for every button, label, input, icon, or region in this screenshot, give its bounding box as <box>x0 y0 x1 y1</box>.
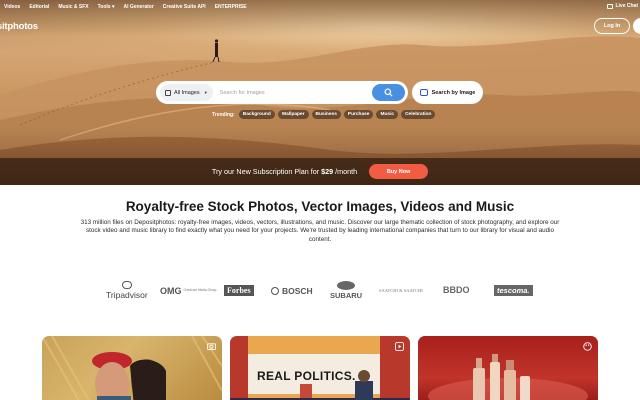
trending-chip-purchase[interactable]: Purchase <box>343 110 374 119</box>
bosch-logo: BOSCH <box>271 286 313 296</box>
nav-music-sfx[interactable]: Music & SFX <box>58 4 88 10</box>
omnicom-text: OMG <box>160 286 182 296</box>
subaru-text: SUBARU <box>330 291 363 300</box>
trending-chip-music[interactable]: Music <box>376 110 399 119</box>
bbdo-logo: BBDO <box>443 285 470 295</box>
search-button[interactable] <box>372 84 405 101</box>
top-navigation: Videos Editorial Music & SFX Tools ▾ AI … <box>0 0 640 14</box>
politics-banner-text: REAL POLITICS. <box>257 369 356 383</box>
category-cards: REAL POLITICS. <box>0 336 640 400</box>
promo-text-before: Try our New Subscription Plan for <box>211 167 322 176</box>
partner-logos: Tripadvisor OMG Omnicom Media Group Forb… <box>0 281 640 303</box>
owl-icon <box>121 281 132 289</box>
politics-video-image <box>230 336 410 400</box>
trending-chip-wallpaper[interactable]: Wallpaper <box>277 110 309 119</box>
nav-enterprise[interactable]: ENTERPRISE <box>215 4 247 10</box>
live-chat-link[interactable]: Live Chat <box>607 3 638 9</box>
promo-price: $29 <box>321 167 334 176</box>
page-description: 313 million files on Depositphotos: roya… <box>80 219 560 243</box>
saatchi-logo: SAATCHI & SAATCHI <box>379 288 423 293</box>
palette-icon <box>582 341 592 351</box>
trending-tags: Trending: Background Wallpaper Business … <box>212 110 438 119</box>
forbes-text: Forbes <box>227 286 251 295</box>
tripadvisor-logo: Tripadvisor <box>106 281 148 300</box>
promo-text-after: /month <box>333 167 358 176</box>
search-input[interactable] <box>219 89 370 96</box>
camera-search-icon <box>419 89 428 96</box>
trending-chip-celebration[interactable]: Celebration <box>401 110 436 119</box>
login-button[interactable]: Log In <box>594 18 630 34</box>
nav-tools[interactable]: Tools ▾ <box>98 4 115 10</box>
card-videos[interactable]: REAL POLITICS. <box>230 336 410 400</box>
bosch-text: BOSCH <box>282 286 313 296</box>
live-chat-label: Live Chat <box>615 3 638 9</box>
search-by-image-label: Search by Image <box>431 89 476 96</box>
tescoma-text: tescoma. <box>497 286 530 295</box>
nav-videos[interactable]: Videos <box>4 4 20 10</box>
trending-chip-business[interactable]: Business <box>311 110 341 119</box>
category-label: All Images <box>174 89 200 96</box>
subaru-logo: SUBARU <box>330 281 362 300</box>
couple-photo-image <box>42 336 222 400</box>
card-illustrations[interactable] <box>418 336 598 400</box>
omnicom-subtext: Omnicom Media Group <box>183 288 217 293</box>
site-logo[interactable]: depositphotos <box>0 21 38 32</box>
nav-creative-suite-api[interactable]: Creative Suite API <box>163 4 206 10</box>
video-icon <box>394 341 404 351</box>
page: Videos Editorial Music & SFX Tools ▾ AI … <box>0 0 640 400</box>
cosmetics-image <box>428 354 588 400</box>
page-headline: Royalty-free Stock Photos, Vector Images… <box>125 199 515 214</box>
tescoma-logo: tescoma. <box>494 285 533 296</box>
subscription-promo-bar: Try our New Subscription Plan for $29 /m… <box>0 158 640 185</box>
search-icon <box>384 88 393 97</box>
trending-label: Trending: <box>212 111 235 118</box>
image-icon <box>165 89 171 96</box>
trending-chip-background[interactable]: Background <box>238 110 275 119</box>
nav-ai-generator[interactable]: AI Generator <box>124 4 154 10</box>
subaru-emblem-icon <box>337 281 356 290</box>
forbes-logo: Forbes <box>224 285 254 296</box>
card-photos[interactable] <box>42 336 222 400</box>
tripadvisor-text: Tripadvisor <box>106 290 148 300</box>
omnicom-logo: OMG Omnicom Media Group <box>160 286 217 296</box>
bosch-emblem-icon <box>271 287 279 295</box>
search-by-image-button[interactable]: Search by Image <box>412 81 483 104</box>
promo-text: Try our New Subscription Plan for $29 /m… <box>212 167 357 176</box>
chat-icon <box>607 3 614 9</box>
search-bar: All Images ▼ <box>156 81 408 104</box>
nav-editorial[interactable]: Editorial <box>29 4 49 10</box>
camera-icon <box>206 341 216 351</box>
hero-banner: Videos Editorial Music & SFX Tools ▾ AI … <box>0 0 640 185</box>
buy-now-button[interactable]: Buy Now <box>369 164 429 179</box>
chevron-down-icon: ▼ <box>203 90 208 95</box>
category-dropdown[interactable]: All Images ▼ <box>160 84 213 101</box>
